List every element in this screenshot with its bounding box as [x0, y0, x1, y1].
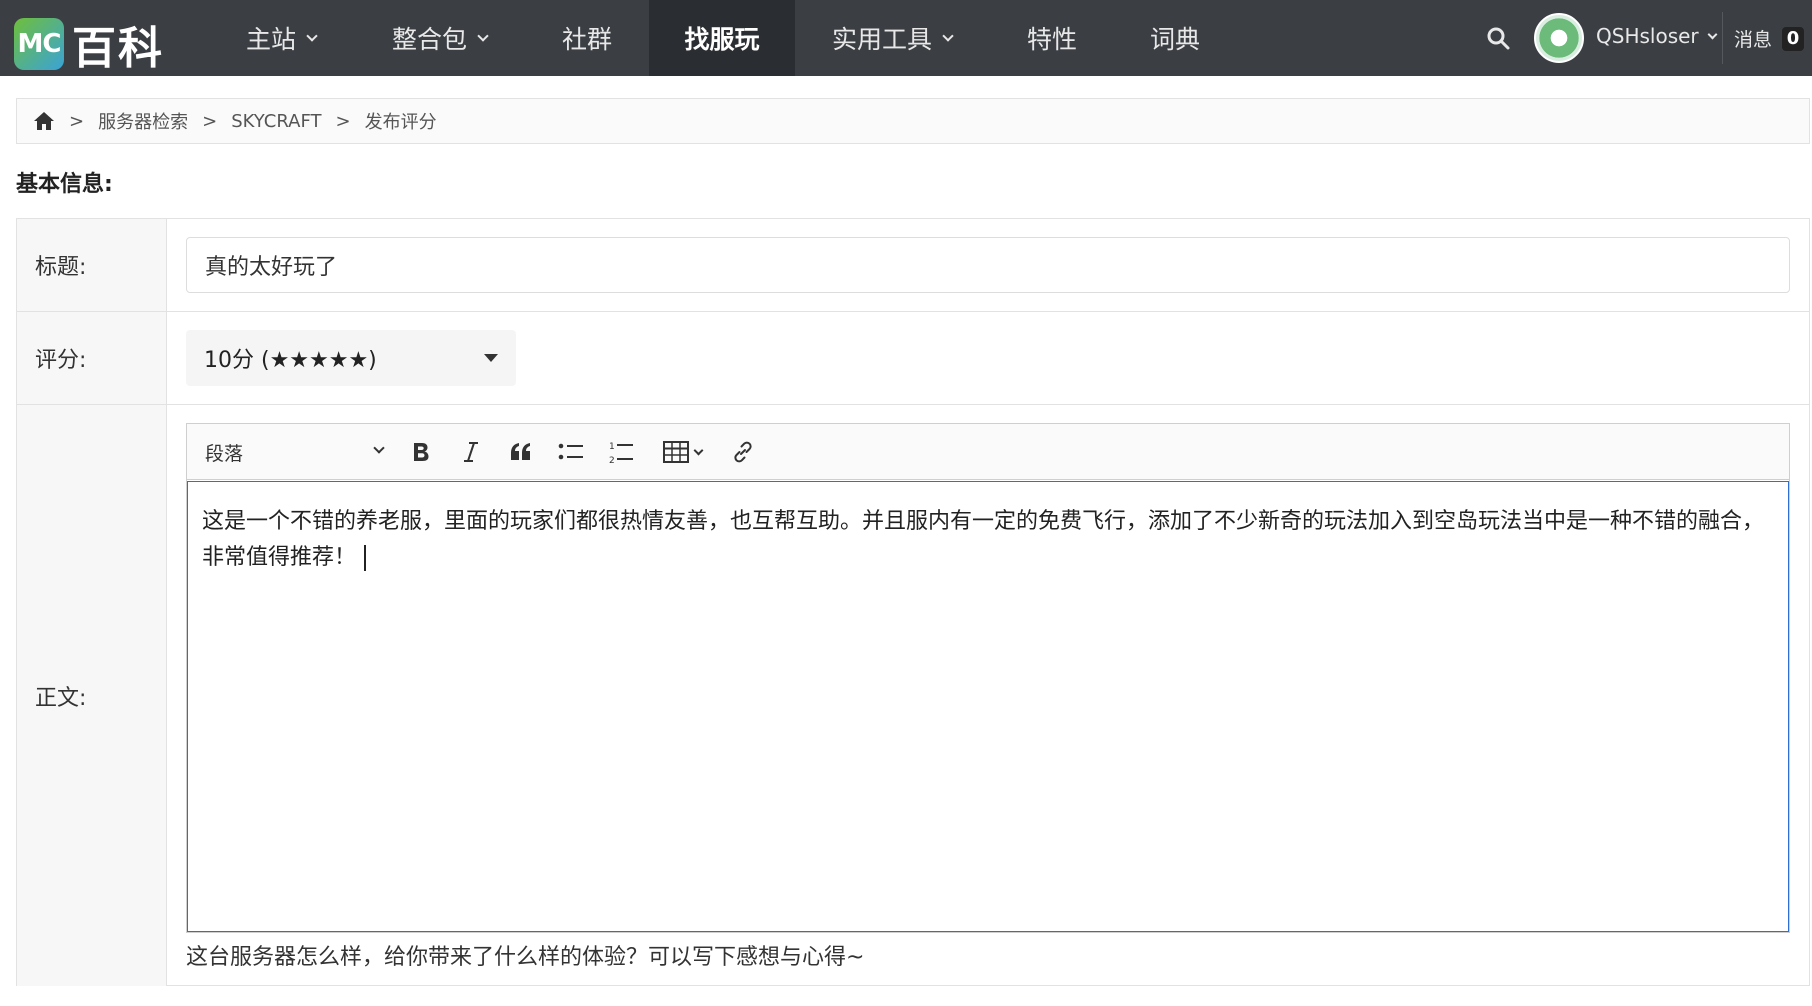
search-icon[interactable] — [1486, 26, 1510, 50]
nav-dictionary[interactable]: 词典 — [1150, 0, 1200, 76]
messages-count-badge: 0 — [1782, 26, 1805, 51]
nav-label: 特性 — [1027, 25, 1078, 54]
numbered-list-icon: 1 2 — [609, 442, 633, 465]
svg-text:1: 1 — [609, 442, 615, 452]
nav-community[interactable]: 社群 — [562, 0, 612, 76]
blockquote-button[interactable] — [505, 436, 537, 468]
text-cursor — [364, 545, 367, 571]
chevron-down-icon — [942, 30, 954, 42]
title-row: 标题: — [17, 219, 1809, 312]
rich-text-editor: 段落 1 2 这是一个不错的养老服，里面的玩家们都很热情友善，也互帮互助。并且服… — [186, 423, 1790, 933]
nav-label: 主站 — [246, 25, 297, 54]
chevron-down-icon — [306, 30, 318, 42]
score-value: 10分 (★★★★★) — [204, 348, 377, 373]
messages-label: 消息 — [1734, 29, 1773, 51]
nav-divider — [1722, 12, 1723, 64]
insert-link-button[interactable] — [727, 436, 759, 468]
chevron-down-icon — [1707, 29, 1718, 39]
nav-label: 找服玩 — [684, 25, 760, 54]
username-label: QSHsloser — [1596, 24, 1699, 48]
breadcrumb-separator: > — [335, 110, 351, 132]
nav-features[interactable]: 特性 — [1027, 0, 1077, 76]
nav-find-server[interactable]: 找服玩 — [649, 0, 795, 76]
breadcrumb-server-name[interactable]: SKYCRAFT — [231, 111, 321, 132]
logo-badge: MC — [14, 18, 64, 70]
paragraph-format-label: 段落 — [205, 442, 244, 465]
logo-text: 百科 — [72, 23, 164, 74]
breadcrumb-separator: > — [202, 110, 218, 132]
review-form: 标题: 评分: 10分 (★★★★★) 正文: 段落 — [16, 218, 1810, 986]
nav-label: 社群 — [562, 25, 613, 54]
bold-icon — [414, 443, 429, 461]
editor-toolbar: 段落 1 2 — [187, 424, 1789, 480]
caret-down-icon — [484, 354, 498, 362]
avatar[interactable] — [1534, 13, 1584, 63]
breadcrumb-separator: > — [69, 110, 85, 132]
chevron-down-icon — [693, 445, 703, 455]
italic-button[interactable] — [455, 436, 487, 468]
nav-label: 实用工具 — [832, 25, 933, 54]
body-row-body: 段落 1 2 这是一个不错的养老服，里面的玩家们都很热情友善，也互帮互助。并且服… — [168, 405, 1809, 986]
link-icon — [734, 441, 752, 463]
section-title: 基本信息: — [16, 172, 113, 197]
bold-button[interactable] — [405, 436, 437, 468]
title-label: 标题: — [17, 219, 167, 311]
editor-text: 这是一个不错的养老服，里面的玩家们都很热情友善，也互帮互助。并且服内有一定的免费… — [202, 509, 1765, 570]
score-select[interactable]: 10分 (★★★★★) — [186, 330, 516, 386]
nav-label: 词典 — [1150, 25, 1201, 54]
breadcrumb-server-search[interactable]: 服务器检索 — [98, 108, 188, 134]
body-label: 正文: — [17, 405, 167, 986]
bulleted-list-icon — [558, 443, 583, 460]
paragraph-format-select[interactable]: 段落 — [205, 438, 389, 466]
breadcrumb: > 服务器检索 > SKYCRAFT > 发布评分 — [16, 98, 1810, 144]
score-row-body: 10分 (★★★★★) — [168, 312, 1809, 404]
quote-icon — [511, 443, 530, 460]
top-navbar: MC 百科 主站 整合包 社群 找服玩 实用工具 特性 词典 QSHsloser… — [0, 0, 1812, 76]
nav-label: 整合包 — [392, 25, 468, 54]
score-label: 评分: — [17, 312, 167, 404]
title-input[interactable] — [186, 237, 1790, 293]
home-icon[interactable] — [33, 111, 55, 131]
bulleted-list-button[interactable] — [555, 436, 587, 468]
title-row-body — [168, 219, 1809, 311]
nav-main-site[interactable]: 主站 — [246, 0, 318, 76]
chevron-down-icon — [477, 30, 489, 42]
table-icon — [662, 441, 689, 463]
chevron-down-icon — [373, 442, 385, 454]
body-row: 正文: 段落 1 2 这是一个不错的养老服，里面的玩家们都很热情友善，也互帮互助… — [17, 405, 1809, 986]
insert-table-button[interactable] — [657, 436, 707, 468]
editor-content[interactable]: 这是一个不错的养老服，里面的玩家们都很热情友善，也互帮互助。并且服内有一定的免费… — [187, 481, 1789, 932]
nav-tools[interactable]: 实用工具 — [832, 0, 954, 76]
score-row: 评分: 10分 (★★★★★) — [17, 312, 1809, 405]
italic-icon — [464, 442, 478, 462]
breadcrumb-current: 发布评分 — [364, 112, 437, 133]
editor-hint: 这台服务器怎么样，给你带来了什么样的体验？可以写下感想与心得~ — [186, 945, 865, 970]
numbered-list-button[interactable]: 1 2 — [605, 436, 637, 468]
user-menu[interactable]: QSHsloser — [1596, 24, 1718, 48]
svg-text:2: 2 — [609, 456, 615, 465]
messages-link[interactable]: 消息 0 — [1734, 25, 1805, 52]
nav-modpacks[interactable]: 整合包 — [392, 0, 489, 76]
site-logo[interactable]: MC 百科 — [14, 12, 164, 76]
